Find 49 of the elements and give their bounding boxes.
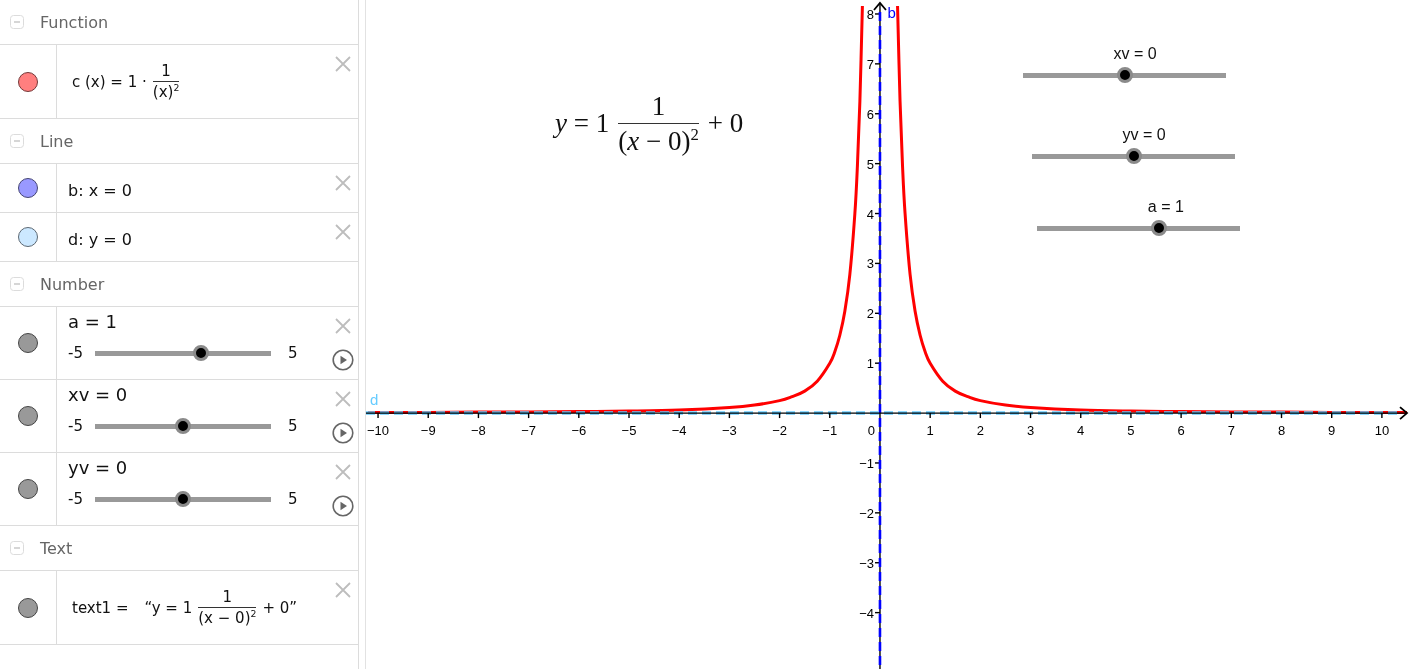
tick-label: −9 <box>420 423 436 439</box>
tick-label: −3 <box>722 423 737 439</box>
tick-label: 6 <box>866 106 874 122</box>
tick-label: −1 <box>859 455 874 471</box>
tick-label: 3 <box>1026 423 1035 439</box>
group-header: Text <box>40 538 73 558</box>
tick-label: −6 <box>571 423 587 439</box>
tick-label: −5 <box>621 423 637 439</box>
tick-label: 1 <box>866 356 874 372</box>
slider-label: xv = 0 <box>1113 44 1157 64</box>
tick-label: 8 <box>866 6 874 22</box>
tick-label: 6 <box>1177 423 1185 439</box>
tick-label: 5 <box>866 156 874 172</box>
tick-label: 3 <box>866 256 874 272</box>
slider-min-label: -5 <box>68 344 84 362</box>
group-header: Number <box>40 274 105 294</box>
tick-label: 4 <box>1077 423 1085 439</box>
line-label: d <box>370 391 379 409</box>
slider-max-label: 5 <box>288 490 299 508</box>
tick-label: −1 <box>822 423 838 439</box>
tick-label: −2 <box>859 505 874 521</box>
tick-label: −4 <box>859 605 874 621</box>
formula-text: y = 1 1 (x − 0)$^{2}$ + 0 <box>555 90 744 158</box>
origin-label: 0 <box>867 423 875 439</box>
tick-label: −7 <box>521 423 537 439</box>
slider-min-label: -5 <box>68 417 84 435</box>
tick-label: −2 <box>772 423 787 439</box>
tick-label: 9 <box>1328 423 1336 439</box>
group-header: Function <box>40 12 109 32</box>
tick-label: 8 <box>1277 423 1286 439</box>
tick-label: 4 <box>866 206 874 222</box>
tick-label: 2 <box>866 306 874 322</box>
tick-label: 7 <box>866 56 874 72</box>
slider-max-label: 5 <box>288 344 299 362</box>
tick-label: −4 <box>671 423 687 439</box>
tick-label: 1 <box>926 423 934 439</box>
slider-max-label: 5 <box>288 417 299 435</box>
slider-min-label: -5 <box>68 490 84 508</box>
tick-label: −10 <box>367 423 390 439</box>
tick-label: −3 <box>859 555 874 571</box>
tick-label: 7 <box>1227 423 1235 439</box>
line-label: b <box>887 4 896 21</box>
slider-label: a = 1 <box>1147 197 1184 217</box>
tick-label: 2 <box>976 423 984 439</box>
tick-label: 5 <box>1127 423 1135 439</box>
tick-label: 10 <box>1374 423 1390 439</box>
group-header: Line <box>40 131 74 151</box>
tick-label: −8 <box>471 423 486 439</box>
slider-label: yv = 0 <box>1122 125 1166 145</box>
